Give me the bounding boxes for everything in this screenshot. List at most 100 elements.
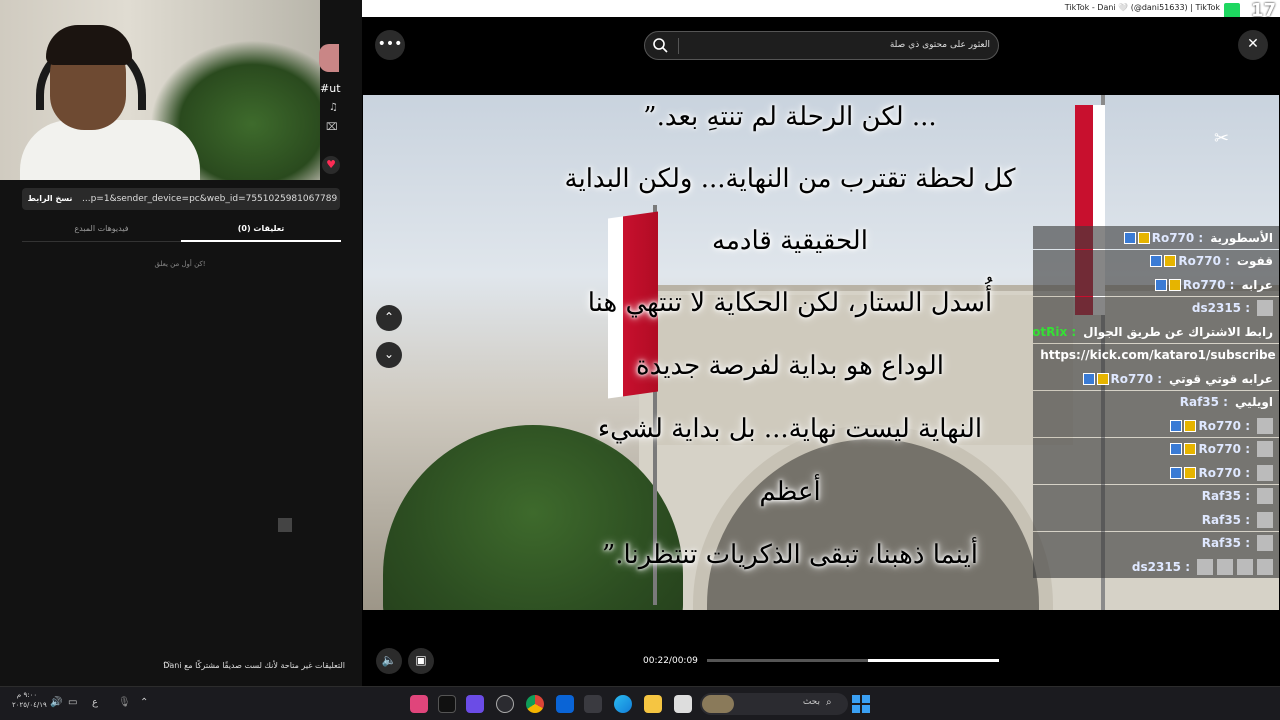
- network-icon[interactable]: ▭: [68, 697, 77, 708]
- progress-fill: [867, 659, 999, 662]
- chat-emote-icon: [1257, 535, 1273, 551]
- chat-text: https://kick.com/kataro1/subscribe: [1040, 348, 1276, 362]
- copy-link-button[interactable]: نسخ الرابط: [24, 191, 76, 207]
- task-view-icon[interactable]: [674, 695, 692, 713]
- chat-badge-icon: [1082, 372, 1095, 385]
- chat-message: Ro770 : عرابه: [1033, 273, 1279, 296]
- tab-creator-videos[interactable]: فيديوهات المبدع: [22, 218, 181, 242]
- previous-video-button[interactable]: ⌃: [376, 305, 402, 331]
- capcut-watermark-icon: ✂: [1214, 128, 1230, 149]
- volume-icon[interactable]: 🔈: [376, 648, 402, 674]
- chat-badge-icon: [1170, 466, 1183, 479]
- store-app-icon[interactable]: [584, 695, 602, 713]
- taskbar: [0, 686, 1280, 720]
- discord-app-icon[interactable]: [466, 695, 484, 713]
- close-button[interactable]: ✕: [1238, 30, 1268, 60]
- chat-username[interactable]: Raf35 :: [1202, 513, 1250, 527]
- chat-message: Ro770 : عرابه قوتي قوتي: [1033, 367, 1279, 390]
- playback-time: 00:22/00:09: [643, 656, 698, 666]
- clock-date: ٢٠٢٥/٠٤/١٩: [12, 701, 47, 709]
- chat-username[interactable]: Raf35 :: [1202, 489, 1250, 503]
- windows-start-icon[interactable]: [852, 695, 870, 713]
- chat-message: Ro770 :: [1033, 461, 1279, 484]
- chat-badge-icon: [1154, 278, 1167, 291]
- chat-badge-icon: [1123, 231, 1136, 244]
- more-options-button[interactable]: •••: [375, 30, 405, 60]
- speaker-icon[interactable]: 🔊: [50, 697, 62, 708]
- chat-text: اويليي: [1234, 395, 1273, 409]
- obs-app-icon[interactable]: [496, 695, 514, 713]
- chat-username[interactable]: Ro770 :: [1198, 442, 1250, 456]
- search-divider: [678, 38, 679, 54]
- chat-message: https://kick.com/kataro1/subscribe: [1033, 343, 1279, 367]
- capcut-small-icon: ⌧: [326, 122, 338, 133]
- chat-badge-icon: [1184, 443, 1197, 455]
- chat-username[interactable]: Raf35 :: [1202, 536, 1250, 550]
- caption-line: كل لحظة تقترب من النهاية... ولكن البداية: [564, 164, 1016, 194]
- chat-username[interactable]: Ro770 :: [1152, 231, 1204, 245]
- chat-badge-icon: [1184, 419, 1197, 432]
- chat-emote-icon: [1217, 558, 1233, 575]
- chat-badge-icon: [1170, 419, 1183, 432]
- chat-emote-icon: [1257, 300, 1273, 316]
- chat-username[interactable]: Raf35 :: [1180, 395, 1228, 409]
- chat-badge-icon: [1168, 278, 1181, 291]
- picture-in-picture-icon[interactable]: ▣: [408, 648, 434, 674]
- chat-message: Raf35 :: [1033, 484, 1279, 508]
- chat-emote-icon: [1197, 558, 1213, 575]
- next-video-button[interactable]: ⌄: [376, 342, 402, 368]
- progress-bar[interactable]: [707, 659, 999, 662]
- caption-line: الوداع هو بداية لفرصة جديدة: [635, 351, 945, 381]
- chat-message: Ro770 :: [1033, 414, 1279, 437]
- chat-username[interactable]: Ro770 :: [1198, 466, 1250, 480]
- app-icon-pink[interactable]: [410, 695, 428, 713]
- caption-line: أعظم: [759, 477, 821, 507]
- tab-comments[interactable]: (0) تعليقات: [181, 218, 341, 242]
- chat-text: عرابه قوتي قوتي: [1169, 371, 1273, 386]
- creator-avatar[interactable]: [319, 44, 339, 72]
- chat-badge-icon: [1137, 231, 1150, 244]
- chat-username[interactable]: Ro770 :: [1111, 372, 1163, 386]
- like-heart-icon[interactable]: ♥: [322, 156, 340, 174]
- system-clock[interactable]: ٩:٠٠ م ٢٠٢٥/٠٤/١٩: [12, 690, 47, 710]
- search-icon[interactable]: [651, 36, 669, 54]
- hashtag-link[interactable]: #ut: [320, 82, 341, 95]
- chat-username[interactable]: Ro770 :: [1178, 254, 1230, 268]
- tiktok-app-icon[interactable]: [438, 695, 456, 713]
- chat-emote-icon: [1237, 558, 1253, 575]
- window-title: TikTok - Dani 🤍 (@dani51633) | TikTok: [1064, 3, 1220, 12]
- chat-emote-icon: [1257, 511, 1273, 528]
- outlook-app-icon[interactable]: [556, 695, 574, 713]
- chat-emote-icon: [1257, 441, 1273, 457]
- chat-username[interactable]: ds2315 :: [1192, 301, 1250, 315]
- chat-text: رابط الاشتراك عن طريق الجوال: [1083, 324, 1273, 339]
- music-icon: ♫: [329, 102, 338, 113]
- chat-text: عرابه: [1241, 277, 1273, 292]
- edge-app-icon[interactable]: [614, 695, 632, 713]
- caption-line: أُسدل الستار، لكن الحكاية لا تنتهي هنا: [587, 288, 993, 318]
- chat-username[interactable]: Ro770 :: [1183, 278, 1235, 292]
- chat-message: ds2315 :: [1033, 555, 1279, 578]
- taskbar-search-icon: ⌕: [826, 697, 832, 708]
- tray-chevron-icon[interactable]: ⌃: [140, 697, 148, 708]
- mic-icon[interactable]: 🎙: [118, 697, 131, 708]
- search-highlight-image: [702, 695, 734, 713]
- chat-badge-icon: [1150, 255, 1163, 267]
- chat-message: Raf35 : اويليي: [1033, 390, 1279, 414]
- chat-badge-icon: [1170, 443, 1183, 455]
- clock-time: ٩:٠٠ م: [16, 691, 38, 699]
- chat-username[interactable]: ds2315 :: [1132, 560, 1190, 574]
- search-placeholder: العثور على محتوى ذي صلة: [889, 40, 990, 50]
- chat-badge-icon: [1184, 466, 1197, 479]
- chat-emote-icon: [1257, 488, 1273, 504]
- chrome-app-icon[interactable]: [526, 695, 544, 713]
- stream-chat-overlay: Ro770 : الأسطورية Ro770 : قفوت Ro770 : عرابه d…: [1033, 226, 1279, 578]
- language-indicator[interactable]: ع: [92, 697, 98, 708]
- chat-username[interactable]: Ro770 :: [1198, 419, 1250, 433]
- comments-disabled-text: التعليقات غير متاحة لأنك لست صديقًا مشتر…: [163, 661, 345, 670]
- chat-badge-icon: [1164, 255, 1177, 267]
- caption-line: ... لكن الرحلة لم تنتهِ بعد.”: [643, 102, 937, 132]
- chat-username[interactable]: BotRix :: [1033, 325, 1076, 339]
- file-explorer-icon[interactable]: [644, 695, 662, 713]
- caption-line: الحقيقية قادمه: [712, 226, 868, 256]
